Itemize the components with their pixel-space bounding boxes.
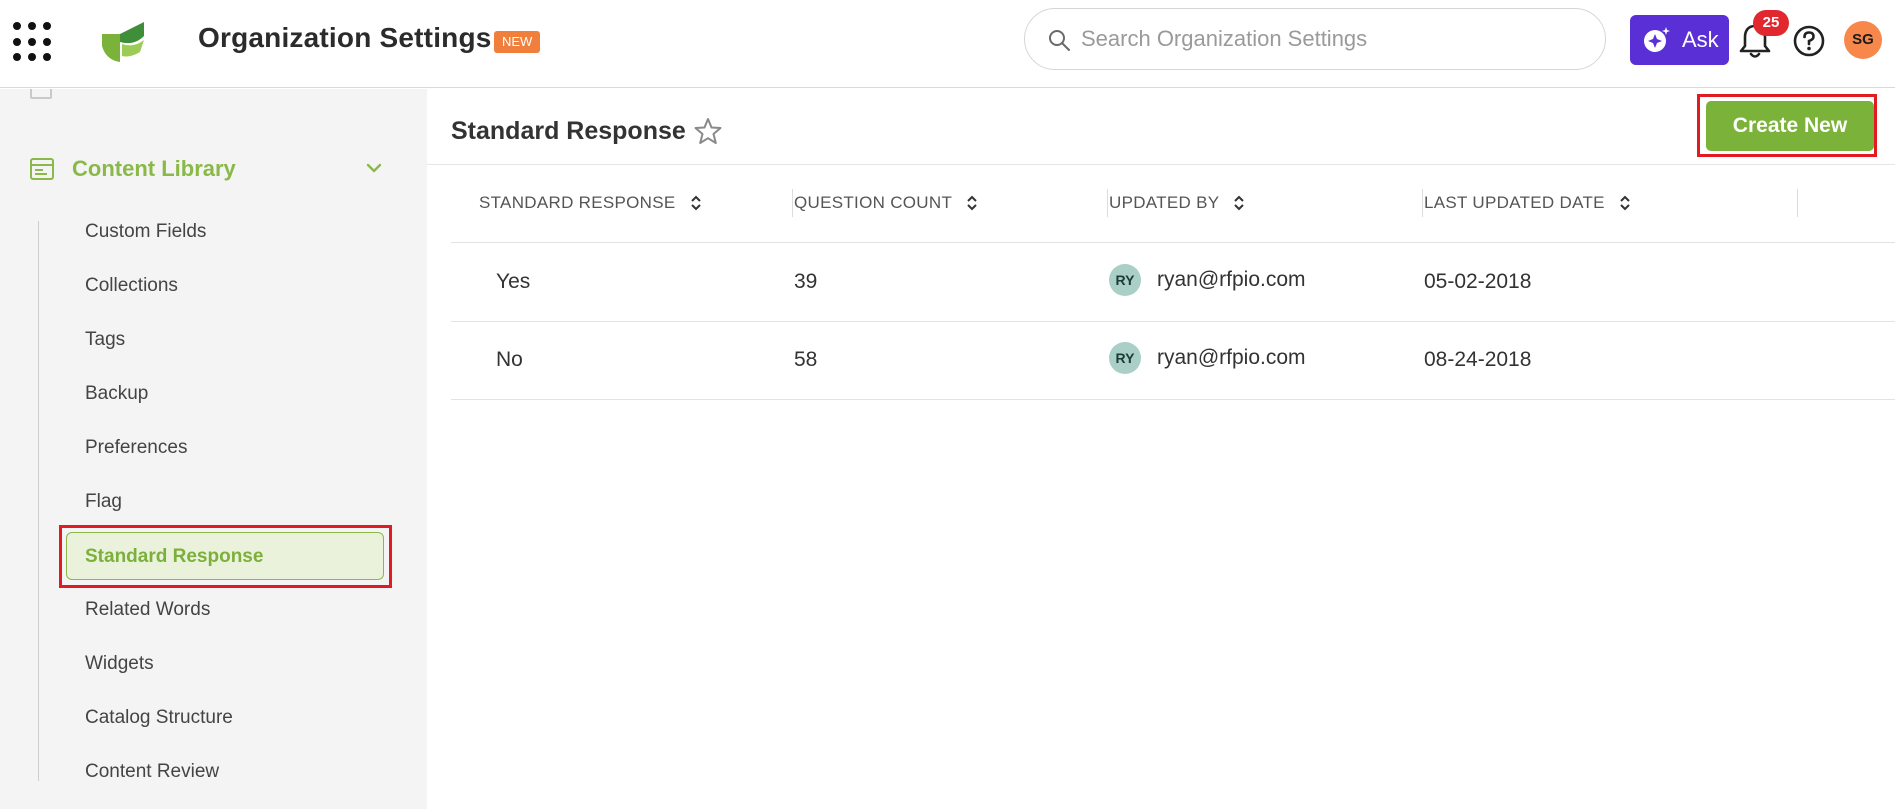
updated-by-email: ryan@rfpio.com	[1157, 268, 1306, 291]
sidebar-item-content-review[interactable]: Content Review	[85, 761, 219, 783]
response-cell[interactable]: Yes	[496, 270, 530, 294]
library-icon	[30, 158, 54, 180]
response-cell[interactable]: No	[496, 348, 523, 372]
column-divider[interactable]	[1422, 189, 1423, 217]
apps-grid-icon[interactable]	[13, 22, 53, 62]
sidebar-item-preferences[interactable]: Preferences	[85, 437, 187, 459]
notification-count-badge[interactable]: 25	[1753, 10, 1789, 36]
column-divider[interactable]	[1107, 189, 1108, 217]
updated-date-cell: 05-02-2018	[1424, 270, 1532, 293]
question-count-cell: 39	[794, 270, 818, 293]
tree-line	[38, 221, 39, 781]
sort-icon	[1620, 195, 1630, 211]
star-icon[interactable]	[693, 116, 723, 146]
sort-icon	[1234, 195, 1245, 211]
sidebar-item-flag[interactable]: Flag	[85, 491, 122, 513]
table-row[interactable]: No 58 RY ryan@rfpio.com 08-24-2018	[451, 322, 1895, 400]
search-box[interactable]	[1024, 8, 1606, 70]
ask-label: Ask	[1682, 27, 1719, 52]
updated-by-cell: RY ryan@rfpio.com	[1109, 264, 1306, 296]
question-count-cell: 58	[794, 348, 818, 371]
page-title: Standard Response	[451, 117, 686, 145]
sidebar-item-label: Standard Response	[85, 546, 264, 567]
column-header-updated-by[interactable]: UPDATED BY	[1109, 193, 1245, 213]
sidebar-item-related-words[interactable]: Related Words	[85, 599, 210, 621]
sidebar-item-custom-fields[interactable]: Custom Fields	[85, 221, 206, 243]
sort-icon	[690, 195, 701, 211]
table-row[interactable]: Yes 39 RY ryan@rfpio.com 05-02-2018	[451, 244, 1895, 322]
user-avatar[interactable]: SG	[1844, 21, 1882, 59]
updated-date-cell: 08-24-2018	[1424, 348, 1532, 371]
column-header-last-updated-date[interactable]: LAST UPDATED DATE	[1424, 193, 1631, 213]
sort-icon	[967, 195, 977, 211]
sidebar-section-content-library[interactable]: Content Library	[22, 151, 402, 187]
top-header: Organization Settings NEW Ask 25 SG	[0, 0, 1895, 88]
updated-by-email: ryan@rfpio.com	[1157, 346, 1306, 369]
sidebar-item-widgets[interactable]: Widgets	[85, 653, 154, 675]
sidebar-item-tags[interactable]: Tags	[85, 329, 125, 351]
logo-icon[interactable]	[100, 20, 146, 64]
sidebar-item-collections[interactable]: Collections	[85, 275, 178, 297]
main-content: Standard Response Create New STANDARD RE…	[427, 89, 1895, 809]
app-title: Organization Settings	[198, 22, 492, 53]
sidebar-item-cutoff	[30, 89, 230, 105]
help-icon[interactable]	[1792, 24, 1826, 58]
sidebar: Content Library Custom Fields Collection…	[0, 89, 427, 809]
ask-button[interactable]: Ask	[1630, 15, 1729, 65]
column-header-question-count[interactable]: QUESTION COUNT	[794, 193, 978, 213]
sparkle-icon	[1644, 27, 1670, 52]
new-badge: NEW	[494, 31, 541, 53]
column-divider[interactable]	[1797, 189, 1798, 217]
avatar: RY	[1109, 342, 1141, 374]
column-divider[interactable]	[792, 189, 793, 217]
sidebar-item-backup[interactable]: Backup	[85, 383, 148, 405]
sidebar-section-label: Content Library	[72, 156, 236, 181]
search-input[interactable]	[1081, 21, 1581, 57]
column-header-standard-response[interactable]: STANDARD RESPONSE	[479, 193, 702, 213]
chevron-down-icon[interactable]	[365, 161, 383, 175]
table-header: STANDARD RESPONSE QUESTION COUNT UPDATED…	[451, 165, 1895, 243]
sidebar-item-catalog-structure[interactable]: Catalog Structure	[85, 707, 233, 729]
search-icon	[1049, 30, 1070, 51]
avatar: RY	[1109, 264, 1141, 296]
updated-by-cell: RY ryan@rfpio.com	[1109, 342, 1306, 374]
create-new-button[interactable]: Create New	[1706, 101, 1874, 151]
sidebar-item-standard-response[interactable]: Standard Response	[66, 532, 384, 580]
